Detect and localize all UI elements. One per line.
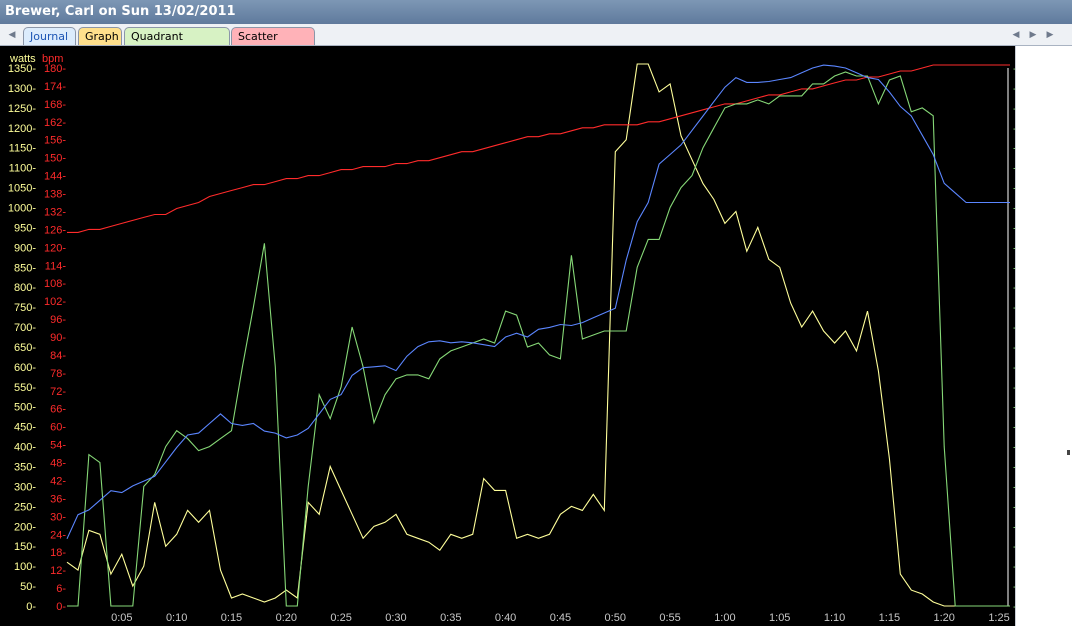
watts-tick-label: 800- [14, 282, 36, 294]
bpm-tick-label: 0- [56, 601, 66, 613]
x-tick-label: 0:30 [385, 612, 406, 624]
x-tick-label: 0:20 [276, 612, 297, 624]
x-tick-label: 0:35 [440, 612, 461, 624]
x-tick-label: 1:05 [769, 612, 790, 624]
tab-strip: ◀ Journal Graph Quadrant Analysis Scatte… [0, 24, 1072, 60]
bpm-tick-label: 126- [44, 224, 66, 236]
x-tick-label: 0:10 [166, 612, 187, 624]
x-tick-label: 0:50 [605, 612, 626, 624]
watts-tick-label: 1350- [8, 63, 36, 75]
x-tick-label: 0:55 [659, 612, 680, 624]
bpm-tick-label: 78- [50, 368, 66, 380]
x-tick-label: 1:25 [988, 612, 1009, 624]
bpm-tick-label: 108- [44, 278, 66, 290]
prev-tab-icon[interactable]: ◀ [1010, 29, 1022, 41]
tab-graph[interactable]: Graph [78, 27, 122, 45]
watts-tick-label: 150- [14, 541, 36, 553]
bpm-tick-label: 6- [56, 583, 66, 595]
watts-tick-label: 950- [14, 222, 36, 234]
x-tick-label: 0:40 [495, 612, 516, 624]
tab-journal[interactable]: Journal [23, 27, 76, 45]
watts-tick-label: 400- [14, 442, 36, 454]
bpm-tick-label: 174- [44, 81, 66, 93]
watts-tick-label: 1100- [9, 163, 37, 175]
next-tab-icon[interactable]: ▶ [1044, 29, 1056, 41]
bpm-tick-label: 30- [50, 511, 66, 523]
x-tick-label: 1:15 [879, 612, 900, 624]
watts-tick-label: 650- [14, 342, 36, 354]
bpm-tick-label: 66- [50, 404, 66, 416]
watts-tick-label: 350- [14, 462, 36, 474]
bpm-tick-label: 156- [44, 135, 66, 147]
x-tick-label: 1:00 [714, 612, 735, 624]
bpm-tick-label: 12- [50, 565, 66, 577]
watts-tick-label: 700- [14, 322, 36, 334]
bpm-tick-label: 60- [50, 422, 66, 434]
bpm-tick-label: 42- [50, 475, 66, 487]
watts-tick-label: 200- [14, 521, 36, 533]
watts-tick-label: 300- [14, 481, 36, 493]
watts-tick-label: 100- [14, 561, 36, 573]
watts-tick-label: 850- [14, 262, 36, 274]
x-tick-label: 0:05 [111, 612, 132, 624]
bpm-tick-label: 36- [50, 493, 66, 505]
bpm-tick-label: 48- [50, 458, 66, 470]
bpm-tick-label: 72- [50, 386, 66, 398]
watts-tick-label: 1300- [8, 83, 36, 95]
play-icon[interactable]: ▶ [1027, 29, 1039, 41]
bpm-tick-label: 18- [50, 547, 66, 559]
bpm-tick-label: 132- [44, 206, 66, 218]
bpm-tick-label: 120- [44, 242, 66, 254]
x-tick-label: 0:15 [221, 612, 242, 624]
bpm-tick-label: 24- [50, 529, 66, 541]
bpm-tick-label: 114- [45, 260, 67, 272]
first-page-icon[interactable]: ◀ [6, 29, 18, 41]
watts-tick-label: 1050- [8, 183, 36, 195]
watts-tick-label: 550- [14, 382, 36, 394]
bpm-tick-label: 162- [44, 117, 66, 129]
watts-tick-label: 900- [14, 242, 36, 254]
bpm-tick-label: 180- [44, 63, 66, 75]
bpm-tick-label: 54- [50, 440, 66, 452]
watts-tick-label: 50- [20, 581, 36, 593]
x-tick-label: 0:45 [550, 612, 571, 624]
bpm-tick-label: 96- [50, 314, 66, 326]
watts-tick-label: 450- [14, 422, 36, 434]
bpm-tick-label: 144- [44, 171, 66, 183]
right-pane [1015, 46, 1072, 626]
bpm-tick-label: 168- [44, 99, 66, 111]
watts-tick-label: 250- [14, 501, 36, 513]
plot-area [67, 68, 1010, 606]
watts-tick-label: 0- [26, 601, 36, 613]
watts-tick-label: 500- [14, 402, 36, 414]
watts-tick-label: 1000- [8, 202, 36, 214]
watts-tick-label: 1200- [8, 123, 36, 135]
bpm-tick-label: 84- [50, 350, 66, 362]
pane-marker [1067, 450, 1070, 455]
watts-tick-label: 1250- [8, 103, 36, 115]
bpm-tick-label: 102- [44, 296, 66, 308]
bpm-tick-label: 150- [44, 153, 66, 165]
window-title: Brewer, Carl on Sun 13/02/2011 [0, 0, 1072, 24]
x-tick-label: 0:25 [330, 612, 351, 624]
x-tick-label: 1:10 [824, 612, 845, 624]
bpm-tick-label: 90- [50, 332, 66, 344]
watts-tick-label: 1150- [9, 143, 37, 155]
x-tick-label: 1:20 [933, 612, 954, 624]
tab-scatter-graph[interactable]: Scatter Graph [231, 27, 315, 60]
tab-quadrant-analysis[interactable]: Quadrant Analysis [124, 27, 230, 60]
bpm-tick-label: 138- [44, 189, 66, 201]
watts-tick-label: 600- [14, 362, 36, 374]
watts-tick-label: 750- [14, 302, 36, 314]
ride-chart: watts bpm0-50-100-150-200-250-300-350-400… [8, 53, 1015, 624]
